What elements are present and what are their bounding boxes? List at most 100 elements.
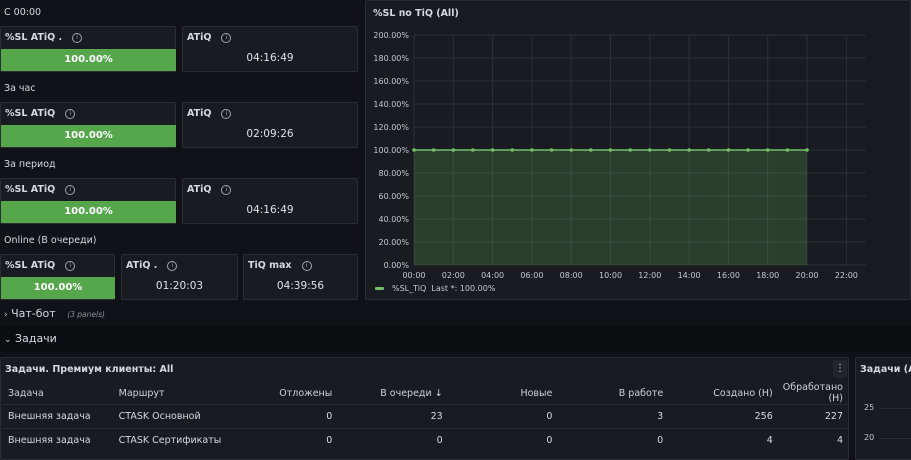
stat-panel-atiq-per-hour[interactable]: ATiQ i 02:09:26: [182, 102, 358, 148]
chart-legend[interactable]: %SL_TiQ Last *: 100.00%: [375, 284, 495, 293]
section-label-since-midnight: С 00:00: [4, 7, 42, 18]
panel-title: %SL ATiQ .: [5, 32, 63, 43]
column-header-created[interactable]: Создано (Н): [668, 382, 778, 405]
x-tick-label: 00:00: [402, 271, 425, 280]
panel-title: ATiQ .: [126, 260, 158, 271]
x-tick-label: 08:00: [560, 271, 583, 280]
chevron-right-icon: ›: [4, 310, 8, 320]
info-icon[interactable]: i: [221, 32, 232, 43]
stat-bar: 100.00%: [1, 201, 176, 223]
table-header-row: Задача Маршрут Отложены В очереди ↓ Новы…: [3, 382, 848, 405]
data-point: [628, 148, 632, 152]
column-header-task[interactable]: Задача: [3, 382, 114, 405]
data-point: [431, 148, 436, 152]
data-point: [530, 148, 534, 152]
stat-panel-sl-since-midnight[interactable]: %SL ATiQ . i 100.00%: [0, 26, 176, 72]
x-tick-label: 12:00: [638, 271, 661, 280]
data-point: [648, 148, 652, 152]
stat-panel-tiq-max-online[interactable]: TiQ max i 04:39:56: [243, 254, 358, 300]
y-tick-label: 20: [864, 433, 875, 442]
info-icon[interactable]: i: [65, 260, 76, 271]
y-tick-label: 20.00%: [378, 238, 409, 247]
table-cell: Внешняя задача: [3, 428, 114, 452]
table-cell: 227: [777, 404, 848, 429]
series-area: [414, 150, 808, 265]
legend-swatch: [375, 287, 384, 290]
data-point: [785, 148, 790, 152]
column-header-in-queue[interactable]: В очереди ↓: [337, 382, 447, 405]
column-header-label: В очереди: [380, 387, 432, 399]
table-cell: 0: [230, 404, 338, 429]
y-tick-label: 100.00%: [373, 146, 409, 155]
info-icon[interactable]: i: [72, 32, 83, 43]
y-tick-label: 25: [864, 403, 875, 412]
data-point: [667, 148, 672, 152]
grid-line: [880, 438, 911, 439]
y-tick-label: 60.00%: [378, 192, 409, 201]
stat-panel-sl-online[interactable]: %SL ATiQ i 100.00%: [0, 254, 115, 300]
column-header-processed[interactable]: Обработано (Н): [778, 382, 848, 405]
panel-title: TiQ max: [248, 260, 292, 271]
info-icon[interactable]: i: [301, 260, 312, 271]
panel-title: ATiQ: [187, 108, 212, 119]
stat-bar: 100.00%: [1, 49, 176, 71]
x-tick-label: 04:00: [481, 271, 504, 280]
info-icon[interactable]: i: [65, 108, 76, 119]
info-icon[interactable]: i: [65, 184, 76, 195]
table-cell: 0: [337, 428, 448, 452]
info-icon[interactable]: i: [221, 184, 232, 195]
section-label-per-period: За период: [4, 159, 56, 170]
section-label-per-hour: За час: [4, 83, 36, 94]
x-tick-label: 10:00: [599, 271, 622, 280]
stat-value: 04:16:49: [246, 204, 294, 216]
y-tick-label: 80.00%: [378, 169, 409, 178]
panel-menu-icon[interactable]: ⋮: [833, 360, 847, 378]
stat-panel-atiq-online[interactable]: ATiQ . i 01:20:03: [121, 254, 238, 300]
table-title: Задачи. Премиум клиенты: All: [5, 364, 174, 375]
table-row[interactable]: Внешняя задача CTASK Сертификаты 0 0 0 0…: [3, 428, 848, 452]
panel-title: %SL ATiQ: [5, 108, 56, 119]
y-tick-label: 180.00%: [373, 54, 409, 63]
grid-line: [880, 408, 911, 409]
row-title: Чат-бот: [11, 307, 56, 320]
section-label-online: Online (В очереди): [4, 235, 97, 246]
x-tick-label: 20:00: [796, 271, 819, 280]
data-point: [805, 148, 809, 152]
stat-panel-atiq-per-period[interactable]: ATiQ i 04:16:49: [182, 178, 358, 224]
tasks-table-panel[interactable]: Задачи. Премиум клиенты: All ⋮ Задача Ма…: [0, 357, 849, 460]
area-chart: 0.00% 20.00% 40.00% 60.00% 80.00% 100.00% 120.…: [373, 31, 866, 280]
data-point: [589, 148, 593, 152]
data-point: [510, 148, 515, 152]
y-tick-label: 0.00%: [384, 261, 410, 270]
table-cell: 0: [447, 428, 558, 452]
table-cell: CTASK Основной: [113, 404, 231, 429]
data-point: [726, 148, 731, 152]
row-tasks-toggle[interactable]: ⌄ Задачи: [4, 332, 57, 345]
y-tick-label: 200.00%: [373, 31, 409, 40]
info-icon[interactable]: i: [221, 108, 232, 119]
table-row[interactable]: Внешняя задача CTASK Основной 0 23 0 3 2…: [3, 404, 848, 429]
legend-last-value: Last *: 100.00%: [431, 284, 496, 293]
column-header-in-progress[interactable]: В работе: [557, 382, 668, 405]
stat-panel-sl-per-period[interactable]: %SL ATiQ i 100.00%: [0, 178, 176, 224]
row-title: Задачи: [15, 332, 57, 345]
column-header-postponed[interactable]: Отложены: [231, 382, 338, 405]
column-header-new[interactable]: Новые: [448, 382, 558, 405]
data-point: [746, 148, 750, 152]
chevron-down-icon: ⌄: [4, 335, 12, 345]
tasks-table: Задача Маршрут Отложены В очереди ↓ Новы…: [3, 382, 848, 452]
stat-panel-sl-per-hour[interactable]: %SL ATiQ i 100.00%: [0, 102, 176, 148]
info-icon[interactable]: i: [167, 260, 178, 271]
chart-panel-sl-by-tiq[interactable]: %SL по TiQ (All) 0.00% 20.00% 40.00% 60.00%…: [365, 0, 911, 300]
row-chatbot-toggle[interactable]: › Чат-бот (3 panels): [4, 307, 105, 320]
column-header-route[interactable]: Маршрут: [114, 382, 231, 405]
y-tick-label: 120.00%: [373, 123, 409, 132]
stat-value: 02:09:26: [246, 128, 294, 140]
tasks-chart-panel[interactable]: Задачи (All 25 20: [855, 357, 911, 460]
panel-title: %SL ATiQ: [5, 260, 56, 271]
stat-bar: 100.00%: [1, 125, 176, 147]
panel-title: Задачи (All: [860, 364, 911, 375]
table-cell: CTASK Сертификаты: [113, 428, 231, 452]
stat-bar: 100.00%: [1, 277, 115, 299]
stat-panel-atiq-since-midnight[interactable]: ATiQ i 04:16:49: [182, 26, 358, 72]
